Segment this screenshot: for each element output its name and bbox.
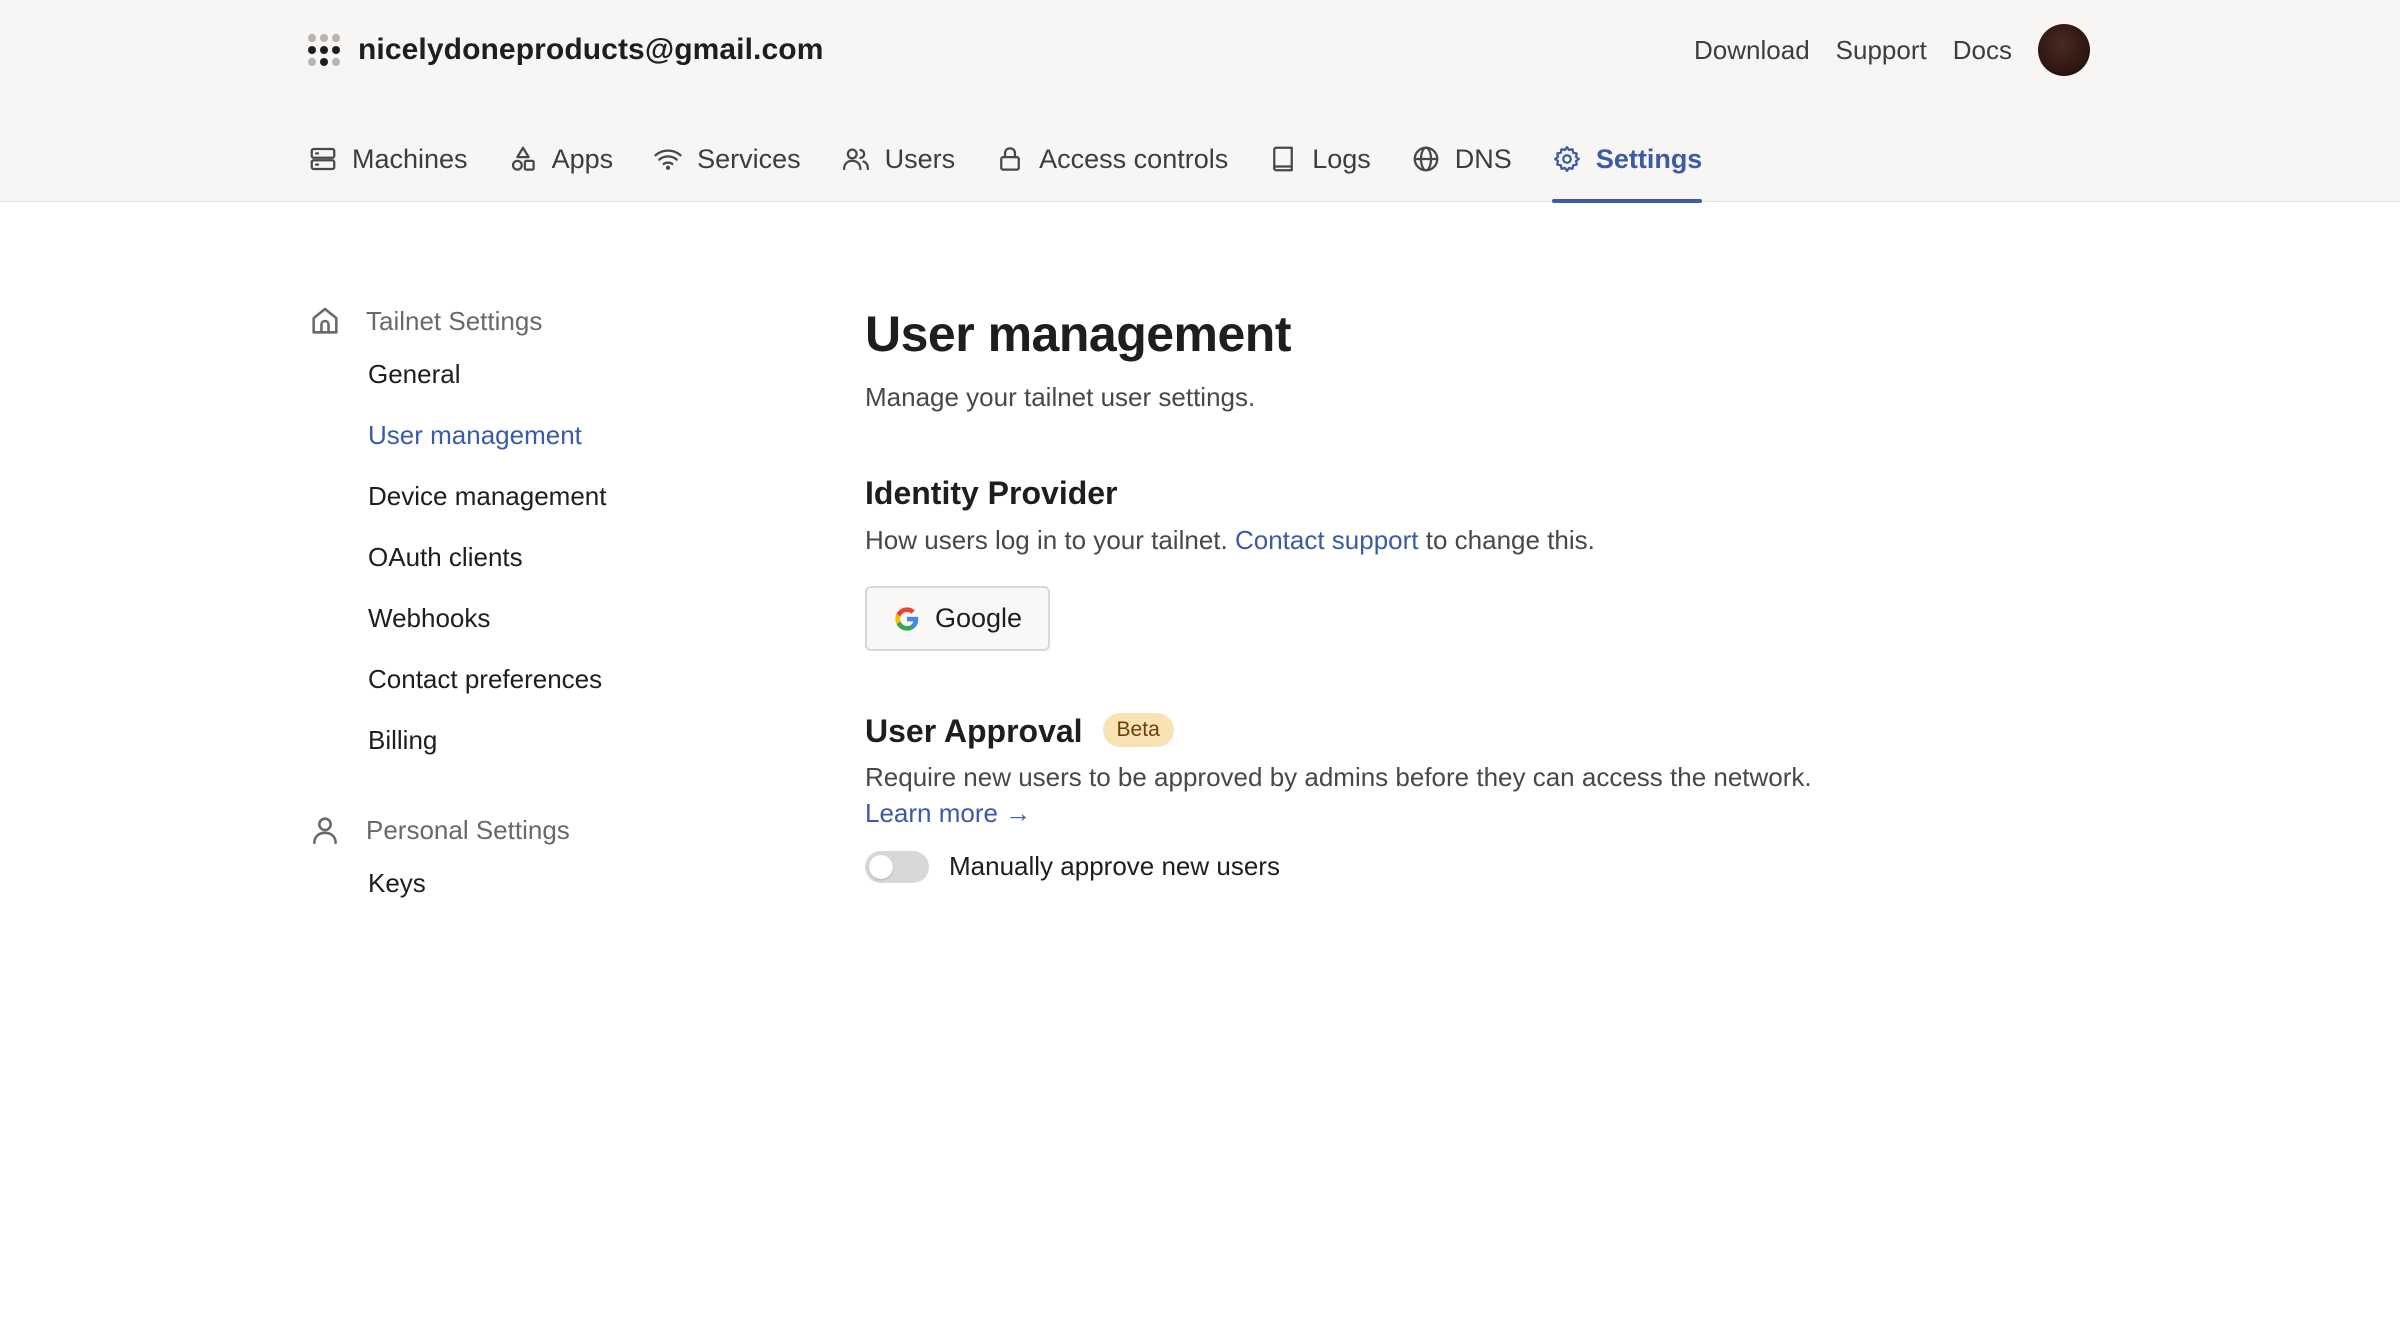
section-title: User Approval <box>865 713 1083 749</box>
page-title: User management <box>865 306 1292 362</box>
tab-services[interactable]: Services <box>653 138 801 202</box>
wifi-icon <box>654 149 682 170</box>
settings-sidebar: Tailnet Settings General User management… <box>308 298 728 914</box>
google-provider-button[interactable]: Google <box>865 586 1051 651</box>
sidebar-item-billing[interactable]: Billing <box>308 710 728 771</box>
sidebar-item-general[interactable]: General <box>308 344 728 405</box>
home-icon <box>312 307 338 334</box>
account-email: nicelydoneproducts@gmail.com <box>358 33 824 66</box>
tailscale-logo-icon <box>308 34 340 66</box>
lock-icon <box>1000 147 1021 171</box>
identity-description: How users log in to your tailnet. Contac… <box>865 522 1865 558</box>
download-link[interactable]: Download <box>1694 35 1810 66</box>
main-content: User management Manage your tailnet user… <box>865 300 1865 883</box>
google-icon <box>895 606 919 631</box>
top-links: Download Support Docs <box>1694 24 2090 76</box>
tab-label: Machines <box>352 143 468 174</box>
identity-desc-text: to change this. <box>1425 525 1595 555</box>
identity-desc-text: How users log in to your tailnet. <box>865 525 1228 555</box>
tab-label: Services <box>697 143 801 174</box>
main-nav-tabs: Machines Apps Services Users Access cont… <box>308 138 1742 203</box>
sidebar-group-label: Tailnet Settings <box>366 305 543 336</box>
toggle-label: Manually approve new users <box>949 851 1280 882</box>
section-title-row: User Approval Beta <box>865 712 1865 751</box>
tab-label: Access controls <box>1039 143 1229 174</box>
tab-settings[interactable]: Settings <box>1551 138 1703 203</box>
tab-dns[interactable]: DNS <box>1411 138 1512 202</box>
contact-support-link[interactable]: Contact support <box>1235 525 1419 555</box>
tab-access-controls[interactable]: Access controls <box>995 138 1228 202</box>
support-link[interactable]: Support <box>1836 35 1927 66</box>
section-title: Identity Provider <box>865 475 1118 511</box>
globe-icon <box>1413 146 1439 172</box>
user-icon <box>313 817 337 845</box>
sidebar-item-user-management[interactable]: User management <box>308 405 728 466</box>
tab-machines[interactable]: Machines <box>308 138 468 202</box>
approval-description: Require new users to be approved by admi… <box>865 761 1812 792</box>
users-icon <box>842 148 869 171</box>
book-icon <box>1273 146 1294 172</box>
manual-approval-toggle[interactable] <box>865 850 929 883</box>
tab-label: Logs <box>1312 143 1371 174</box>
sidebar-group-label: Personal Settings <box>366 814 570 845</box>
machines-icon <box>310 147 336 171</box>
tab-label: DNS <box>1454 143 1512 174</box>
tailnet-settings-group: Tailnet Settings <box>308 298 728 344</box>
identity-provider-section: Identity Provider How users log in to yo… <box>865 475 1865 651</box>
tab-label: Settings <box>1595 143 1703 174</box>
page-subtitle: Manage your tailnet user settings. <box>865 382 1256 412</box>
user-approval-section: User Approval Beta Require new users to b… <box>865 712 1865 883</box>
app-header: nicelydoneproducts@gmail.com Download Su… <box>0 0 2400 203</box>
tab-label: Apps <box>551 143 614 174</box>
top-bar: nicelydoneproducts@gmail.com Download Su… <box>308 24 2090 76</box>
beta-badge: Beta <box>1102 712 1174 747</box>
sidebar-item-webhooks[interactable]: Webhooks <box>308 588 728 649</box>
learn-more-link[interactable]: Learn more → <box>865 795 1865 831</box>
sidebar-item-keys[interactable]: Keys <box>308 853 728 914</box>
sidebar-item-contact-preferences[interactable]: Contact preferences <box>308 649 728 710</box>
gear-icon <box>1553 146 1580 172</box>
tab-users[interactable]: Users <box>841 138 956 202</box>
tab-logs[interactable]: Logs <box>1268 138 1371 202</box>
brand[interactable]: nicelydoneproducts@gmail.com <box>308 33 823 67</box>
tab-label: Users <box>884 143 956 174</box>
google-button-label: Google <box>935 603 1023 633</box>
docs-link[interactable]: Docs <box>1953 35 2012 66</box>
sidebar-item-oauth-clients[interactable]: OAuth clients <box>308 527 728 588</box>
tab-apps[interactable]: Apps <box>508 138 614 202</box>
sidebar-item-device-management[interactable]: Device management <box>308 466 728 527</box>
avatar[interactable] <box>2038 24 2090 76</box>
personal-settings-group: Personal Settings <box>308 807 728 853</box>
manual-approval-row: Manually approve new users <box>865 850 1865 883</box>
apps-icon <box>511 146 535 171</box>
